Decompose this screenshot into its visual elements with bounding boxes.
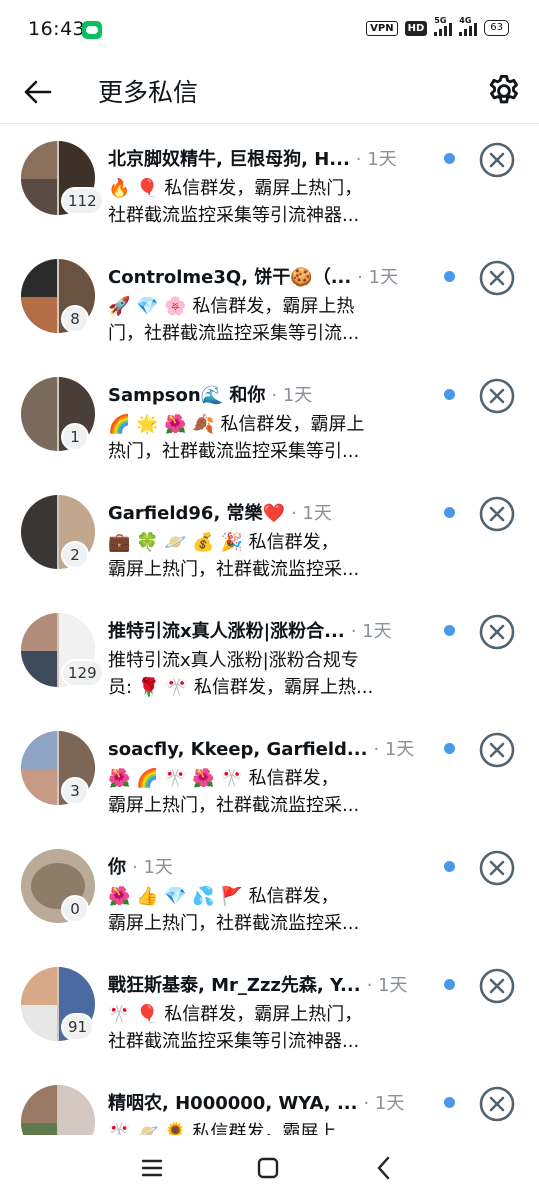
member-count-badge: 3 — [61, 777, 89, 805]
battery-indicator: 63 — [484, 20, 509, 36]
conversation-row[interactable]: 1 Sampson🌊 和你 · 1天 🌈 🌟 🌺 🍂 私信群发，霸屏上 热门，社… — [0, 361, 539, 479]
conversation-name: soacfly, Kkeep, Garfield... — [108, 739, 368, 760]
conversation-row[interactable]: 112 北京脚奴精牛, 巨根母狗, H... · 1天 🔥 🎈 私信群发，霸屏上… — [0, 125, 539, 243]
page-title: 更多私信 — [98, 78, 199, 107]
unread-indicator — [444, 861, 455, 872]
signal-4g-icon: 4G — [459, 16, 478, 36]
member-count-badge: 129 — [61, 659, 104, 687]
conversation-row[interactable]: 2 Garfield96, 常樂❤️ · 1天 💼 🍀 🪐 💰 🎉 私信群发， … — [0, 479, 539, 597]
message-preview: 推特引流x真人涨粉|涨粉合规专 员: 🌹 🎌 私信群发，霸屏上热... — [108, 650, 374, 698]
conversation-name: Sampson🌊 和你 — [108, 385, 266, 406]
unread-indicator — [444, 1097, 455, 1108]
conversation-time: · 1天 — [355, 149, 397, 170]
vpn-badge: VPN — [366, 20, 398, 36]
message-preview: 🔥 🎈 私信群发，霸屏上热门， 社群截流监控采集等引流神器... — [108, 178, 363, 226]
unread-indicator — [444, 743, 455, 754]
conversation-name: 精咽农, H000000, WYA, ... — [108, 1093, 358, 1114]
close-circle-icon[interactable] — [478, 377, 516, 415]
message-preview: 🌈 🌟 🌺 🍂 私信群发，霸屏上 热门，社群截流监控采集等引... — [108, 414, 365, 462]
conversation-name: 你 — [108, 857, 126, 878]
member-count-badge: 2 — [61, 541, 89, 569]
conversation-time: · 1天 — [363, 1093, 405, 1114]
member-count-badge: 0 — [61, 895, 89, 923]
conversation-row[interactable]: 0 你 · 1天 🌺 👍 💎 💦 🚩 私信群发， 霸屏上热门，社群截流监控采..… — [0, 833, 539, 951]
conversation-time: · 1天 — [290, 503, 332, 524]
wechat-notification-icon — [82, 21, 102, 39]
conversation-time: · 1天 — [350, 621, 392, 642]
close-circle-icon[interactable] — [478, 849, 516, 887]
conversation-list: 112 北京脚奴精牛, 巨根母狗, H... · 1天 🔥 🎈 私信群发，霸屏上… — [0, 125, 539, 1135]
message-preview: 🌺 🌈 🎌 🌺 🎌 私信群发， 霸屏上热门，社群截流监控采... — [108, 768, 360, 816]
conversation-time: · 1天 — [373, 739, 415, 760]
page-header: 更多私信 — [0, 60, 539, 124]
member-count-badge: 1 — [61, 423, 89, 451]
chevron-left-icon[interactable] — [369, 1153, 399, 1183]
gear-icon[interactable] — [485, 72, 523, 110]
conversation-time: · 1天 — [357, 267, 399, 288]
close-circle-icon[interactable] — [478, 259, 516, 297]
status-icons: VPN HD 5G 4G 63 — [366, 16, 509, 36]
home-square-icon[interactable] — [253, 1153, 283, 1183]
message-preview: 💼 🍀 🪐 💰 🎉 私信群发， 霸屏上热门，社群截流监控采... — [108, 532, 360, 580]
conversation-row[interactable]: 3 soacfly, Kkeep, Garfield... · 1天 🌺 🌈 🎌… — [0, 715, 539, 833]
close-circle-icon[interactable] — [478, 141, 516, 179]
conversation-name: 推特引流x真人涨粉|涨粉合... — [108, 621, 345, 642]
conversation-time: · 1天 — [132, 857, 173, 878]
unread-indicator — [444, 979, 455, 990]
conversation-row[interactable]: 精咽农, H000000, WYA, ... · 1天 🎌 🪐 🌻 私信群发，霸… — [0, 1069, 539, 1135]
unread-indicator — [444, 153, 455, 164]
close-circle-icon[interactable] — [478, 1085, 516, 1123]
group-avatar — [21, 1085, 95, 1135]
member-count-badge: 91 — [61, 1013, 95, 1041]
status-bar: 16:43 VPN HD 5G 4G 63 — [0, 0, 539, 60]
unread-indicator — [444, 389, 455, 400]
signal-5g-icon: 5G — [434, 16, 453, 36]
system-nav-bar — [0, 1135, 539, 1200]
status-time: 16:43 — [28, 18, 86, 40]
close-circle-icon[interactable] — [478, 967, 516, 1005]
conversation-time: · 1天 — [366, 975, 408, 996]
conversation-name: Controlme3Q, 饼干🍪（... — [108, 267, 352, 288]
close-circle-icon[interactable] — [478, 613, 516, 651]
member-count-badge: 112 — [61, 187, 104, 215]
conversation-row[interactable]: 129 推特引流x真人涨粉|涨粉合... · 1天 推特引流x真人涨粉|涨粉合规… — [0, 597, 539, 715]
message-preview: 🎌 🪐 🌻 私信群发，霸屏上 — [108, 1122, 337, 1135]
close-circle-icon[interactable] — [478, 731, 516, 769]
member-count-badge: 8 — [61, 305, 89, 333]
message-preview: 🚀 💎 🌸 私信群发，霸屏上热 门，社群截流监控采集等引流... — [108, 296, 360, 344]
conversation-name: 北京脚奴精牛, 巨根母狗, H... — [108, 149, 350, 170]
conversation-row[interactable]: 91 戰狂斯基泰, Mr_Zzz先森, Y... · 1天 🎌 🎈 私信群发，霸… — [0, 951, 539, 1069]
conversation-name: 戰狂斯基泰, Mr_Zzz先森, Y... — [108, 975, 361, 996]
menu-icon[interactable] — [137, 1153, 167, 1183]
conversation-row[interactable]: 8 Controlme3Q, 饼干🍪（... · 1天 🚀 💎 🌸 私信群发，霸… — [0, 243, 539, 361]
conversation-time: · 1天 — [271, 385, 313, 406]
close-circle-icon[interactable] — [478, 495, 516, 533]
arrow-left-icon[interactable] — [20, 74, 56, 110]
message-preview: 🌺 👍 💎 💦 🚩 私信群发， 霸屏上热门，社群截流监控采... — [108, 886, 360, 934]
message-preview: 🎌 🎈 私信群发，霸屏上热门， 社群截流监控采集等引流神器... — [108, 1004, 363, 1052]
unread-indicator — [444, 507, 455, 518]
hd-badge: HD — [404, 20, 428, 36]
unread-indicator — [444, 625, 455, 636]
unread-indicator — [444, 271, 455, 282]
conversation-name: Garfield96, 常樂❤️ — [108, 503, 285, 524]
